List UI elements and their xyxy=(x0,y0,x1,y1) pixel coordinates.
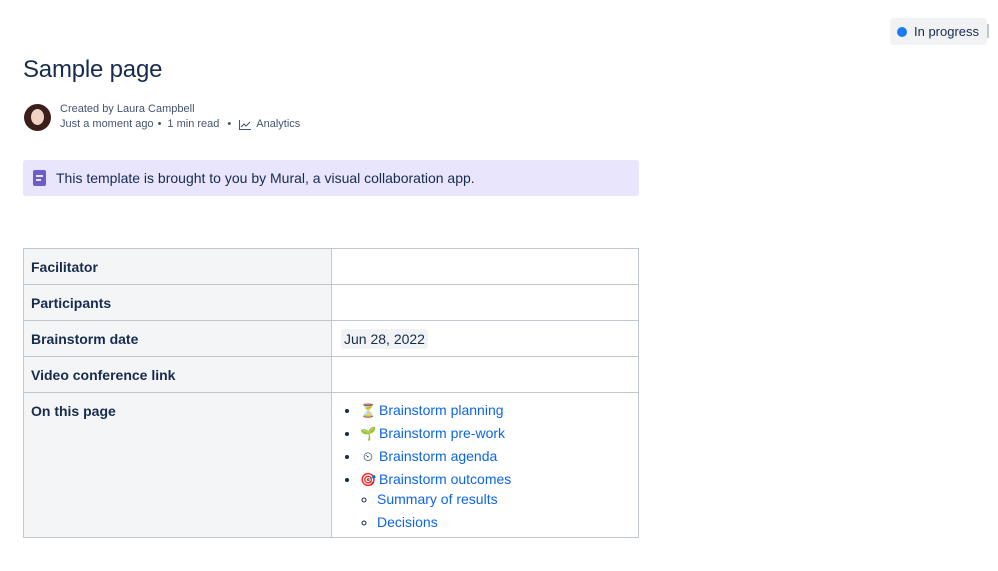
toc-link-summary-of-results[interactable]: Summary of results xyxy=(377,491,498,507)
avatar[interactable] xyxy=(24,103,51,131)
toc-link-brainstorm-agenda[interactable]: Brainstorm agenda xyxy=(379,448,497,464)
toc-sublist: Summary of results Decisions xyxy=(360,491,631,531)
toc-link-brainstorm-planning[interactable]: Brainstorm planning xyxy=(379,402,504,418)
video-link-cell[interactable] xyxy=(331,356,639,393)
date-chip[interactable]: Jun 28, 2022 xyxy=(341,328,428,349)
table-row: Video conference link xyxy=(23,356,639,393)
toc-item: 🎯Brainstorm outcomes Summary of results … xyxy=(360,471,631,531)
row-label: Participants xyxy=(23,284,332,321)
byline: Created by Laura Campbell Just a moment … xyxy=(24,102,300,132)
separator-dot: • xyxy=(157,118,162,130)
toc-cell: ⏳Brainstorm planning 🌱Brainstorm pre-wor… xyxy=(331,392,639,538)
note-panel: This template is brought to you by Mural… xyxy=(23,160,639,196)
participants-cell[interactable] xyxy=(331,284,639,321)
toc-item: ⏳Brainstorm planning xyxy=(360,402,631,419)
toc-subitem: Summary of results xyxy=(377,491,631,508)
toc-link-brainstorm-pre-work[interactable]: Brainstorm pre-work xyxy=(379,425,505,441)
analytics-icon xyxy=(239,119,252,130)
toc-item: 🌱Brainstorm pre-work xyxy=(360,425,631,442)
toc-subitem: Decisions xyxy=(377,514,631,531)
toc-link-decisions[interactable]: Decisions xyxy=(377,514,438,530)
target-icon: 🎯 xyxy=(360,472,377,487)
note-icon xyxy=(33,170,46,186)
brainstorm-date-cell: Jun 28, 2022 xyxy=(331,320,639,357)
row-label: On this page xyxy=(23,392,332,538)
toc-item: ⏲ Brainstorm agenda xyxy=(360,448,631,465)
facilitator-cell[interactable] xyxy=(331,248,639,285)
separator-dot: • xyxy=(227,118,232,130)
table-row: Brainstorm date Jun 28, 2022 xyxy=(23,320,639,357)
created-by: Created by Laura Campbell xyxy=(60,103,195,115)
table-row: Facilitator xyxy=(23,248,639,285)
table-row: On this page ⏳Brainstorm planning 🌱Brain… xyxy=(23,392,639,538)
row-label: Brainstorm date xyxy=(23,320,332,357)
toc-link-brainstorm-outcomes[interactable]: Brainstorm outcomes xyxy=(379,471,511,487)
last-updated[interactable]: Just a moment ago xyxy=(60,117,154,132)
table-row: Participants xyxy=(23,284,639,321)
panel-edge-divider xyxy=(987,24,989,38)
confluence-page: In progress Sample page Created by Laura… xyxy=(0,0,998,571)
read-time: 1 min read xyxy=(167,118,220,130)
seedling-icon: 🌱 xyxy=(360,426,377,441)
table-of-contents: ⏳Brainstorm planning 🌱Brainstorm pre-wor… xyxy=(342,402,631,531)
note-panel-text: This template is brought to you by Mural… xyxy=(56,170,475,186)
page-title: Sample page xyxy=(23,56,163,83)
status-label: In progress xyxy=(914,24,980,39)
brainstorm-info-table: Facilitator Participants Brainstorm date… xyxy=(23,248,639,538)
row-label: Facilitator xyxy=(23,248,332,285)
timer-clock-icon: ⏲ xyxy=(362,449,374,464)
hourglass-icon: ⏳ xyxy=(360,403,377,418)
analytics-link[interactable]: Analytics xyxy=(256,117,300,132)
status-badge[interactable]: In progress xyxy=(890,18,988,45)
row-label: Video conference link xyxy=(23,356,332,393)
status-dot-icon xyxy=(897,26,907,37)
